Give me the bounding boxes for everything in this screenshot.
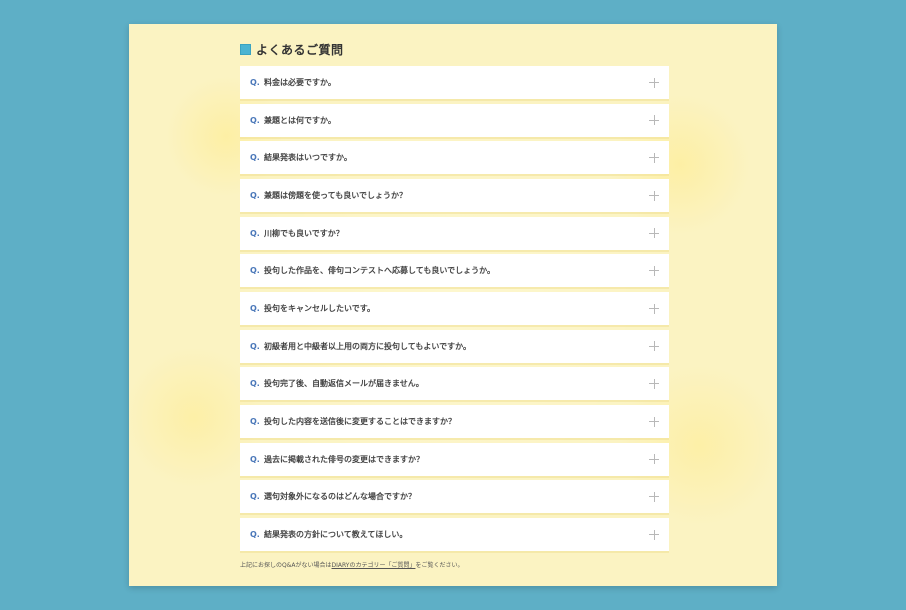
faq-question: 兼題は傍題を使っても良いでしょうか？ — [264, 191, 407, 201]
q-mark: Q. — [250, 304, 260, 314]
faq-item[interactable]: Q. 料金は必要ですか。 — [240, 66, 669, 99]
q-mark: Q. — [250, 153, 260, 163]
faq-item[interactable]: Q. 兼題とは何ですか。 — [240, 103, 669, 137]
content-panel: よくあるご質問 Q. 料金は必要ですか。 Q. 兼題とは何ですか。 Q. 結果発… — [129, 24, 777, 586]
plus-icon[interactable] — [649, 529, 659, 540]
faq-question: 料金は必要ですか。 — [264, 78, 336, 87]
plus-icon[interactable] — [649, 341, 659, 352]
heading-square-icon — [240, 43, 251, 55]
faq-title: よくあるご質問 — [256, 42, 344, 57]
q-mark: Q. — [250, 228, 260, 238]
faq-item[interactable]: Q. 結果発表はいつですか。 — [240, 141, 669, 175]
faq-question: 兼題とは何ですか。 — [264, 115, 336, 125]
faq-question: 過去に掲載された俳号の変更はできますか？ — [264, 454, 424, 464]
faq-item[interactable]: Q. 結果発表の方針について教えてほしい。 — [240, 518, 669, 552]
plus-icon[interactable] — [649, 152, 659, 163]
q-mark: Q. — [250, 417, 260, 427]
plus-icon[interactable] — [649, 303, 659, 314]
faq-item[interactable]: Q. 過去に掲載された俳号の変更はできますか？ — [240, 442, 669, 476]
faq-item[interactable]: Q. 川柳でも良いですか？ — [240, 216, 669, 250]
faq-question: 投句した内容を送信後に変更することはできますか？ — [264, 417, 456, 427]
plus-icon[interactable] — [649, 491, 659, 502]
q-mark: Q. — [250, 530, 260, 540]
faq-item[interactable]: Q. 投句完了後、自動返信メールが届きません。 — [240, 367, 669, 401]
q-mark: Q. — [250, 379, 260, 389]
faq-question: 結果発表はいつですか。 — [264, 153, 352, 163]
faq-list: Q. 料金は必要ですか。 Q. 兼題とは何ですか。 Q. 結果発表はいつですか。… — [240, 66, 669, 552]
plus-icon[interactable] — [649, 416, 659, 427]
faq-question: 選句対象外になるのはどんな場合ですか？ — [264, 492, 416, 502]
plus-icon[interactable] — [649, 378, 659, 389]
q-mark: Q. — [250, 78, 260, 87]
faq-item[interactable]: Q. 選句対象外になるのはどんな場合ですか？ — [240, 480, 669, 514]
plus-icon[interactable] — [649, 115, 659, 126]
footnote-text-before: 上記にお探しのQ&Aがない場合は — [240, 562, 332, 570]
faq-question: 結果発表の方針について教えてほしい。 — [264, 530, 408, 540]
faq-question: 投句をキャンセルしたいです。 — [264, 304, 375, 314]
q-mark: Q. — [250, 266, 260, 276]
faq-item[interactable]: Q. 投句した内容を送信後に変更することはできますか？ — [240, 405, 669, 439]
plus-icon[interactable] — [649, 190, 659, 201]
faq-item[interactable]: Q. 投句をキャンセルしたいです。 — [240, 292, 669, 326]
plus-icon[interactable] — [649, 228, 659, 239]
faq-item[interactable]: Q. 投句した作品を、俳句コンテストへ応募しても良いでしょうか。 — [240, 254, 669, 288]
plus-icon[interactable] — [649, 265, 659, 276]
faq-item[interactable]: Q. 兼題は傍題を使っても良いでしょうか？ — [240, 179, 669, 213]
q-mark: Q. — [250, 115, 260, 125]
faq-item[interactable]: Q. 初級者用と中級者以上用の両方に投句してもよいですか。 — [240, 329, 669, 363]
plus-icon[interactable] — [649, 454, 659, 465]
plus-icon[interactable] — [649, 77, 659, 88]
q-mark: Q. — [250, 454, 260, 464]
q-mark: Q. — [250, 492, 260, 502]
faq-question: 川柳でも良いですか？ — [264, 228, 344, 238]
faq-question: 投句完了後、自動返信メールが届きません。 — [264, 379, 424, 389]
faq-question: 初級者用と中級者以上用の両方に投句してもよいですか。 — [264, 341, 471, 351]
faq-question: 投句した作品を、俳句コンテストへ応募しても良いでしょうか。 — [264, 266, 495, 276]
faq-heading: よくあるご質問 — [240, 39, 669, 59]
diary-category-link[interactable]: DIARYのカテゴリー「ご質問」 — [332, 562, 416, 569]
q-mark: Q. — [250, 341, 260, 351]
faq-footnote: 上記にお探しのQ&Aがない場合はDIARYのカテゴリー「ご質問」をご覧ください。 — [240, 560, 669, 569]
faq-section: よくあるご質問 Q. 料金は必要ですか。 Q. 兼題とは何ですか。 Q. 結果発… — [240, 39, 669, 569]
q-mark: Q. — [250, 191, 260, 201]
footnote-text-after: をご覧ください。 — [415, 562, 464, 570]
